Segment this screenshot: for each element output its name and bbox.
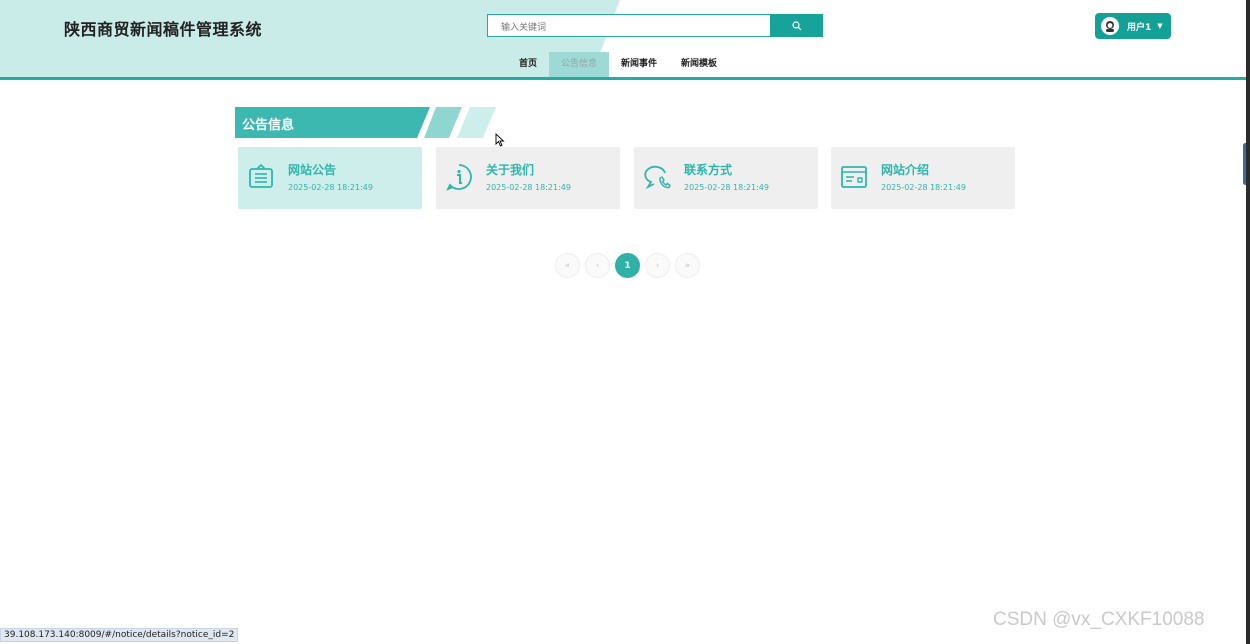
nav-item-notices[interactable]: 公告信息 — [549, 52, 610, 77]
watermark: CSDN @vx_CXKF10088 — [993, 609, 1205, 630]
search-icon — [791, 20, 801, 30]
nav-item-news-templates[interactable]: 新闻模板 — [669, 52, 729, 77]
card-date: 2025-02-28 18:21:49 — [881, 183, 966, 192]
card-date: 2025-02-28 18:21:49 — [486, 183, 571, 192]
next-page-button[interactable]: › — [645, 253, 670, 278]
avatar — [1101, 17, 1119, 35]
notice-card[interactable]: 关于我们 2025-02-28 18:21:49 — [436, 147, 620, 209]
info-icon — [446, 164, 472, 191]
header-divider — [0, 77, 1246, 80]
nav-item-news-events[interactable]: 新闻事件 — [609, 52, 669, 77]
window-edge — [1246, 0, 1250, 644]
browser-window-icon — [841, 166, 867, 188]
section-title: 公告信息 — [242, 118, 295, 133]
search-input[interactable] — [488, 17, 770, 39]
notice-card[interactable]: 联系方式 2025-02-28 18:21:49 — [634, 147, 818, 209]
notice-card[interactable]: 网站公告 2025-02-28 18:21:49 — [238, 147, 422, 209]
chevron-down-icon: ▼ — [1157, 22, 1163, 30]
card-title: 关于我们 — [486, 163, 535, 177]
card-title: 网站介绍 — [881, 163, 930, 177]
notice-card[interactable]: 网站介绍 2025-02-28 18:21:49 — [831, 147, 1015, 209]
notice-board-icon — [249, 163, 273, 188]
mouse-cursor-icon — [495, 133, 505, 147]
section-title-banner: 公告信息 — [235, 107, 497, 138]
phone-chat-icon — [644, 165, 671, 190]
search-button[interactable] — [770, 14, 823, 37]
prev-page-button[interactable]: ‹ — [585, 253, 610, 278]
card-title: 网站公告 — [288, 163, 337, 177]
user-name: 用户1 — [1127, 22, 1152, 33]
user-avatar-icon — [1106, 21, 1114, 32]
card-date: 2025-02-28 18:21:49 — [288, 183, 373, 192]
card-date: 2025-02-28 18:21:49 — [684, 183, 769, 192]
status-bar-url: 39.108.173.140:8009/#/notice/details?not… — [0, 628, 239, 642]
search-box[interactable] — [487, 14, 771, 39]
first-page-button[interactable]: « — [555, 253, 580, 278]
main-nav: 首页 公告信息 新闻事件 新闻模板 — [507, 52, 729, 77]
card-title: 联系方式 — [684, 163, 733, 177]
current-page-button[interactable]: 1 — [615, 253, 640, 278]
nav-item-home[interactable]: 首页 — [507, 52, 549, 77]
site-title: 陕西商贸新闻稿件管理系统 — [64, 20, 263, 39]
user-menu-button[interactable]: 用户1 ▼ — [1095, 13, 1171, 39]
pagination: « ‹ 1 › » — [555, 253, 700, 278]
last-page-button[interactable]: » — [675, 253, 700, 278]
